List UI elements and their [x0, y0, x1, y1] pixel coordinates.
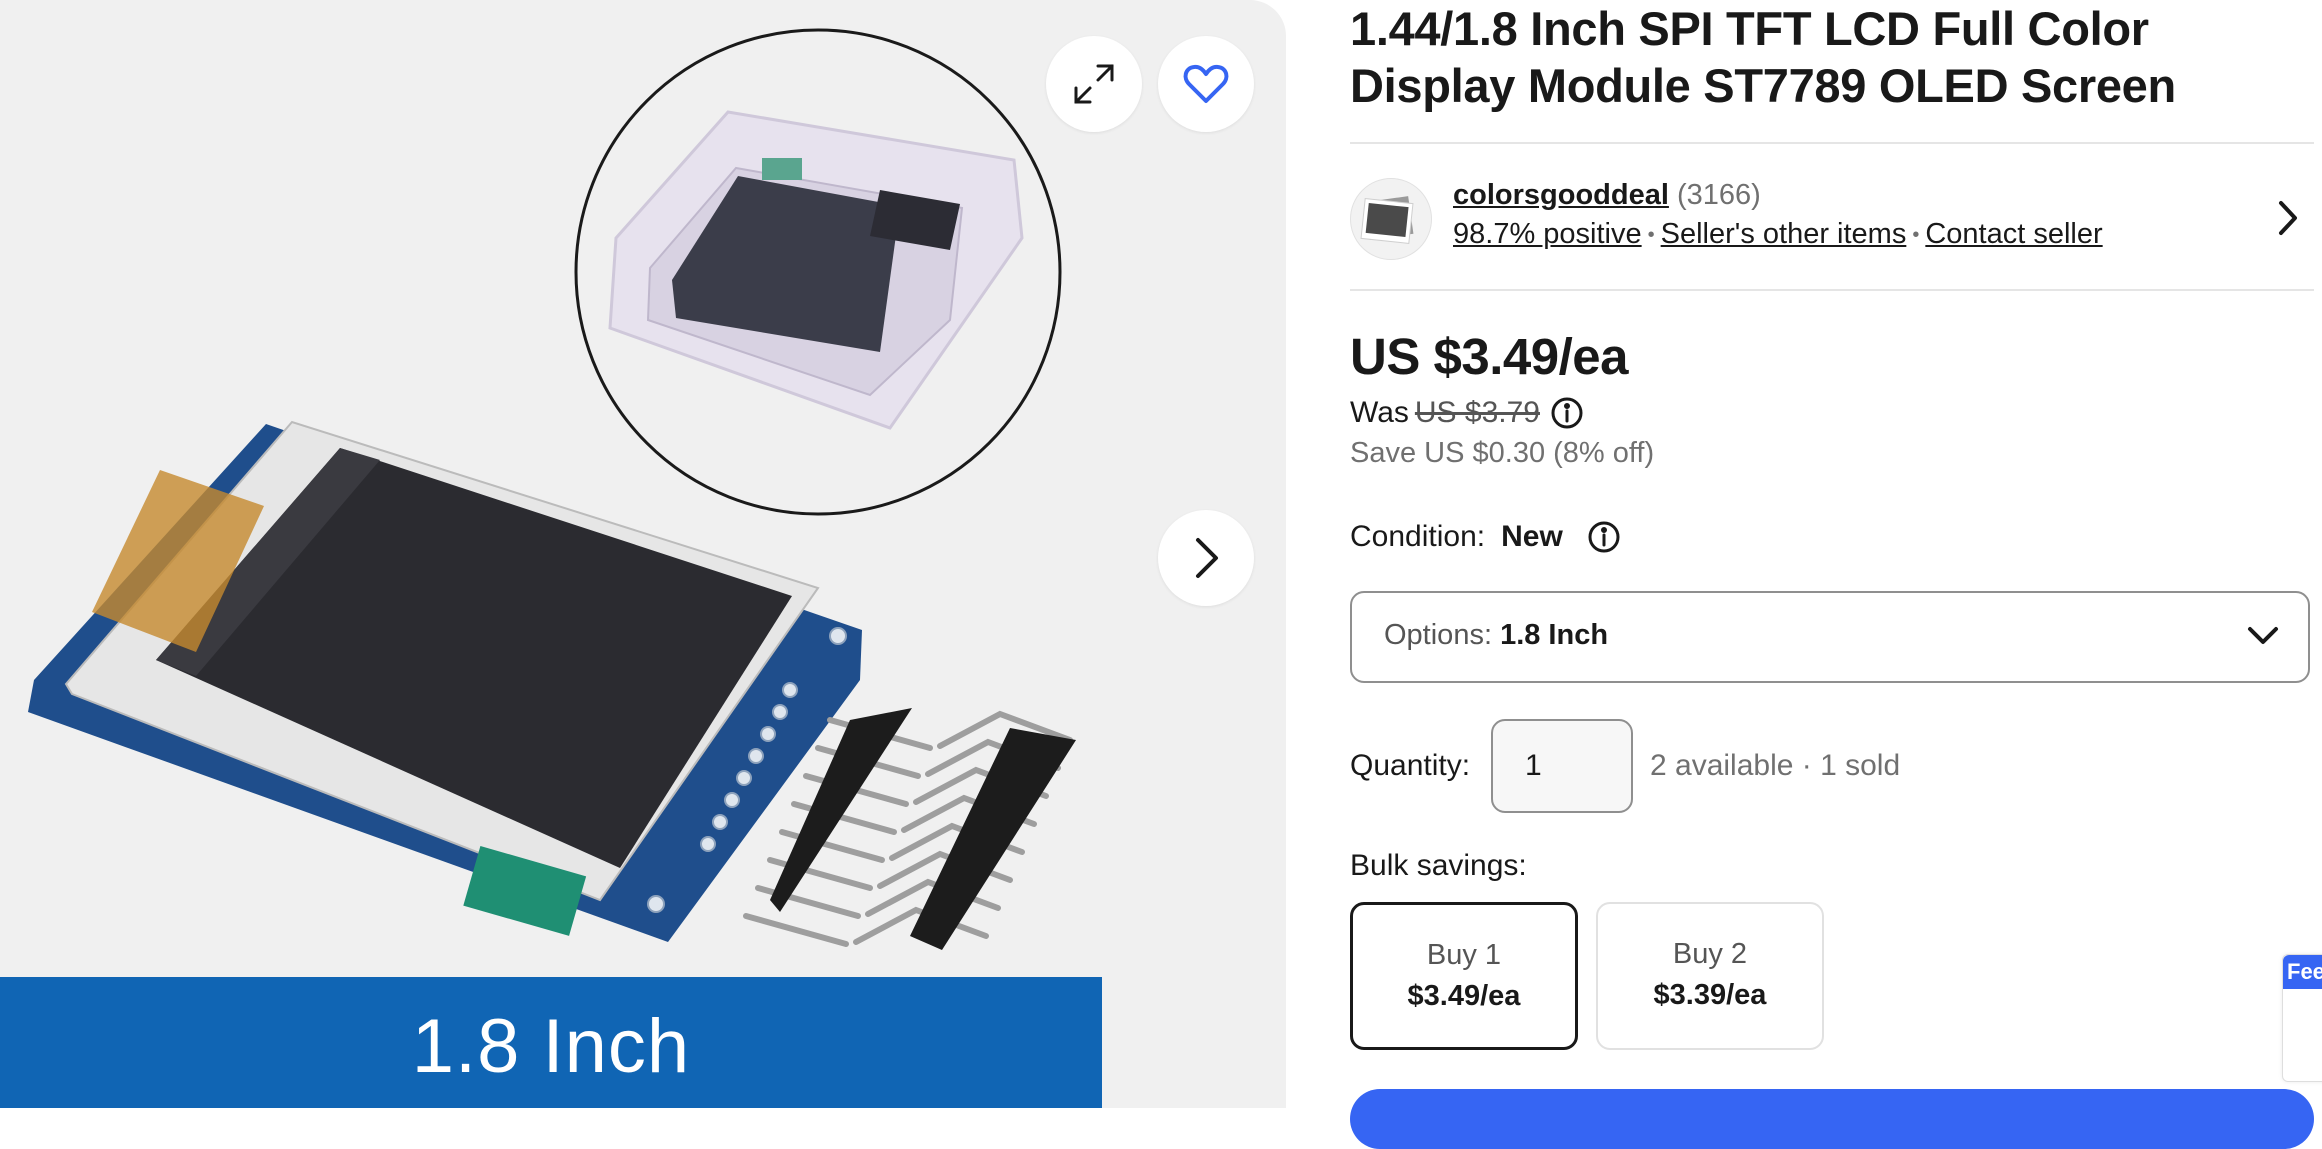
- product-image-gallery[interactable]: 1.8 Inch: [0, 0, 1286, 1108]
- bulk-option-buy-1[interactable]: Buy 1 $3.49/ea: [1350, 902, 1578, 1050]
- image-caption-text: 1.8 Inch: [411, 1004, 691, 1089]
- bulk-savings-label: Bulk savings:: [1350, 849, 1527, 882]
- condition-value: New: [1501, 520, 1563, 553]
- add-to-watchlist-button[interactable]: [1158, 36, 1254, 132]
- info-icon[interactable]: [1550, 396, 1584, 430]
- seller-positive-link[interactable]: 98.7% positive: [1453, 218, 1642, 250]
- expand-button[interactable]: [1046, 36, 1142, 132]
- buy-it-now-button[interactable]: [1350, 1089, 2314, 1149]
- quantity-input[interactable]: 1: [1491, 719, 1633, 813]
- options-label-line: Options: 1.8 Inch: [1384, 619, 1608, 652]
- seller-logo-icon: [1360, 196, 1414, 244]
- separator-dot: •: [1912, 223, 1920, 246]
- inset-magnifier: [574, 28, 1062, 516]
- expand-arrows-icon: [1074, 64, 1114, 104]
- bulk-option-buy-2[interactable]: Buy 2 $3.39/ea: [1596, 902, 1824, 1050]
- bulk-option-title: Buy 1: [1426, 939, 1502, 971]
- seller-avatar[interactable]: [1350, 178, 1432, 260]
- was-price-line: Was US $3.79: [1350, 396, 1584, 430]
- contact-seller-link[interactable]: Contact seller: [1925, 218, 2102, 250]
- seller-name-link[interactable]: colorsgooddeal: [1453, 179, 1669, 211]
- chevron-right-icon[interactable]: [2276, 198, 2300, 238]
- seller-name-line: colorsgooddeal (3166): [1453, 179, 1761, 212]
- image-caption-banner: 1.8 Inch: [0, 977, 1102, 1108]
- separator-dot: •: [1647, 223, 1655, 246]
- feedback-tab-label: Fee: [2283, 955, 2322, 989]
- next-image-button[interactable]: [1158, 510, 1254, 606]
- options-selected-value: 1.8 Inch: [1500, 619, 1609, 651]
- product-image: [28, 28, 1076, 950]
- seller-links: 98.7% positive • Seller's other items • Cont…: [1453, 218, 2103, 251]
- bulk-option-price: $3.49/ea: [1407, 980, 1521, 1012]
- seller-card[interactable]: colorsgooddeal (3166) 98.7% positive • Sel…: [1350, 176, 2314, 262]
- listing-details-panel: 1.44/1.8 Inch SPI TFT LCD Full Color Dis…: [1350, 0, 2316, 1149]
- info-icon[interactable]: [1587, 520, 1621, 554]
- bulk-option-price: $3.39/ea: [1653, 979, 1767, 1011]
- bulk-option-title: Buy 2: [1672, 938, 1748, 970]
- listing-title: 1.44/1.8 Inch SPI TFT LCD Full Color Dis…: [1350, 2, 2176, 112]
- condition-row: Condition: New: [1350, 520, 1621, 554]
- was-price: US $3.79: [1414, 396, 1540, 429]
- heart-outline-icon: [1183, 64, 1229, 103]
- chevron-down-icon: [2248, 627, 2278, 644]
- divider: [1350, 142, 2314, 144]
- chevron-right-icon: [1196, 538, 1218, 578]
- seller-feedback-count: (3166): [1676, 179, 1761, 211]
- feedback-tab[interactable]: Fee: [2282, 954, 2322, 1082]
- seller-other-items-link[interactable]: Seller's other items: [1661, 218, 1907, 250]
- savings-text: Save US $0.30 (8% off): [1350, 437, 1655, 469]
- divider: [1350, 289, 2314, 291]
- item-price: US $3.49/ea: [1350, 328, 1629, 385]
- options-dropdown[interactable]: Options: 1.8 Inch: [1350, 591, 2310, 683]
- quantity-availability: 2 available · 1 sold: [1650, 749, 1901, 782]
- condition-label: Condition:: [1350, 520, 1486, 553]
- quantity-label: Quantity:: [1350, 749, 1471, 782]
- was-label: Was: [1350, 396, 1409, 429]
- options-label: Options:: [1384, 619, 1492, 651]
